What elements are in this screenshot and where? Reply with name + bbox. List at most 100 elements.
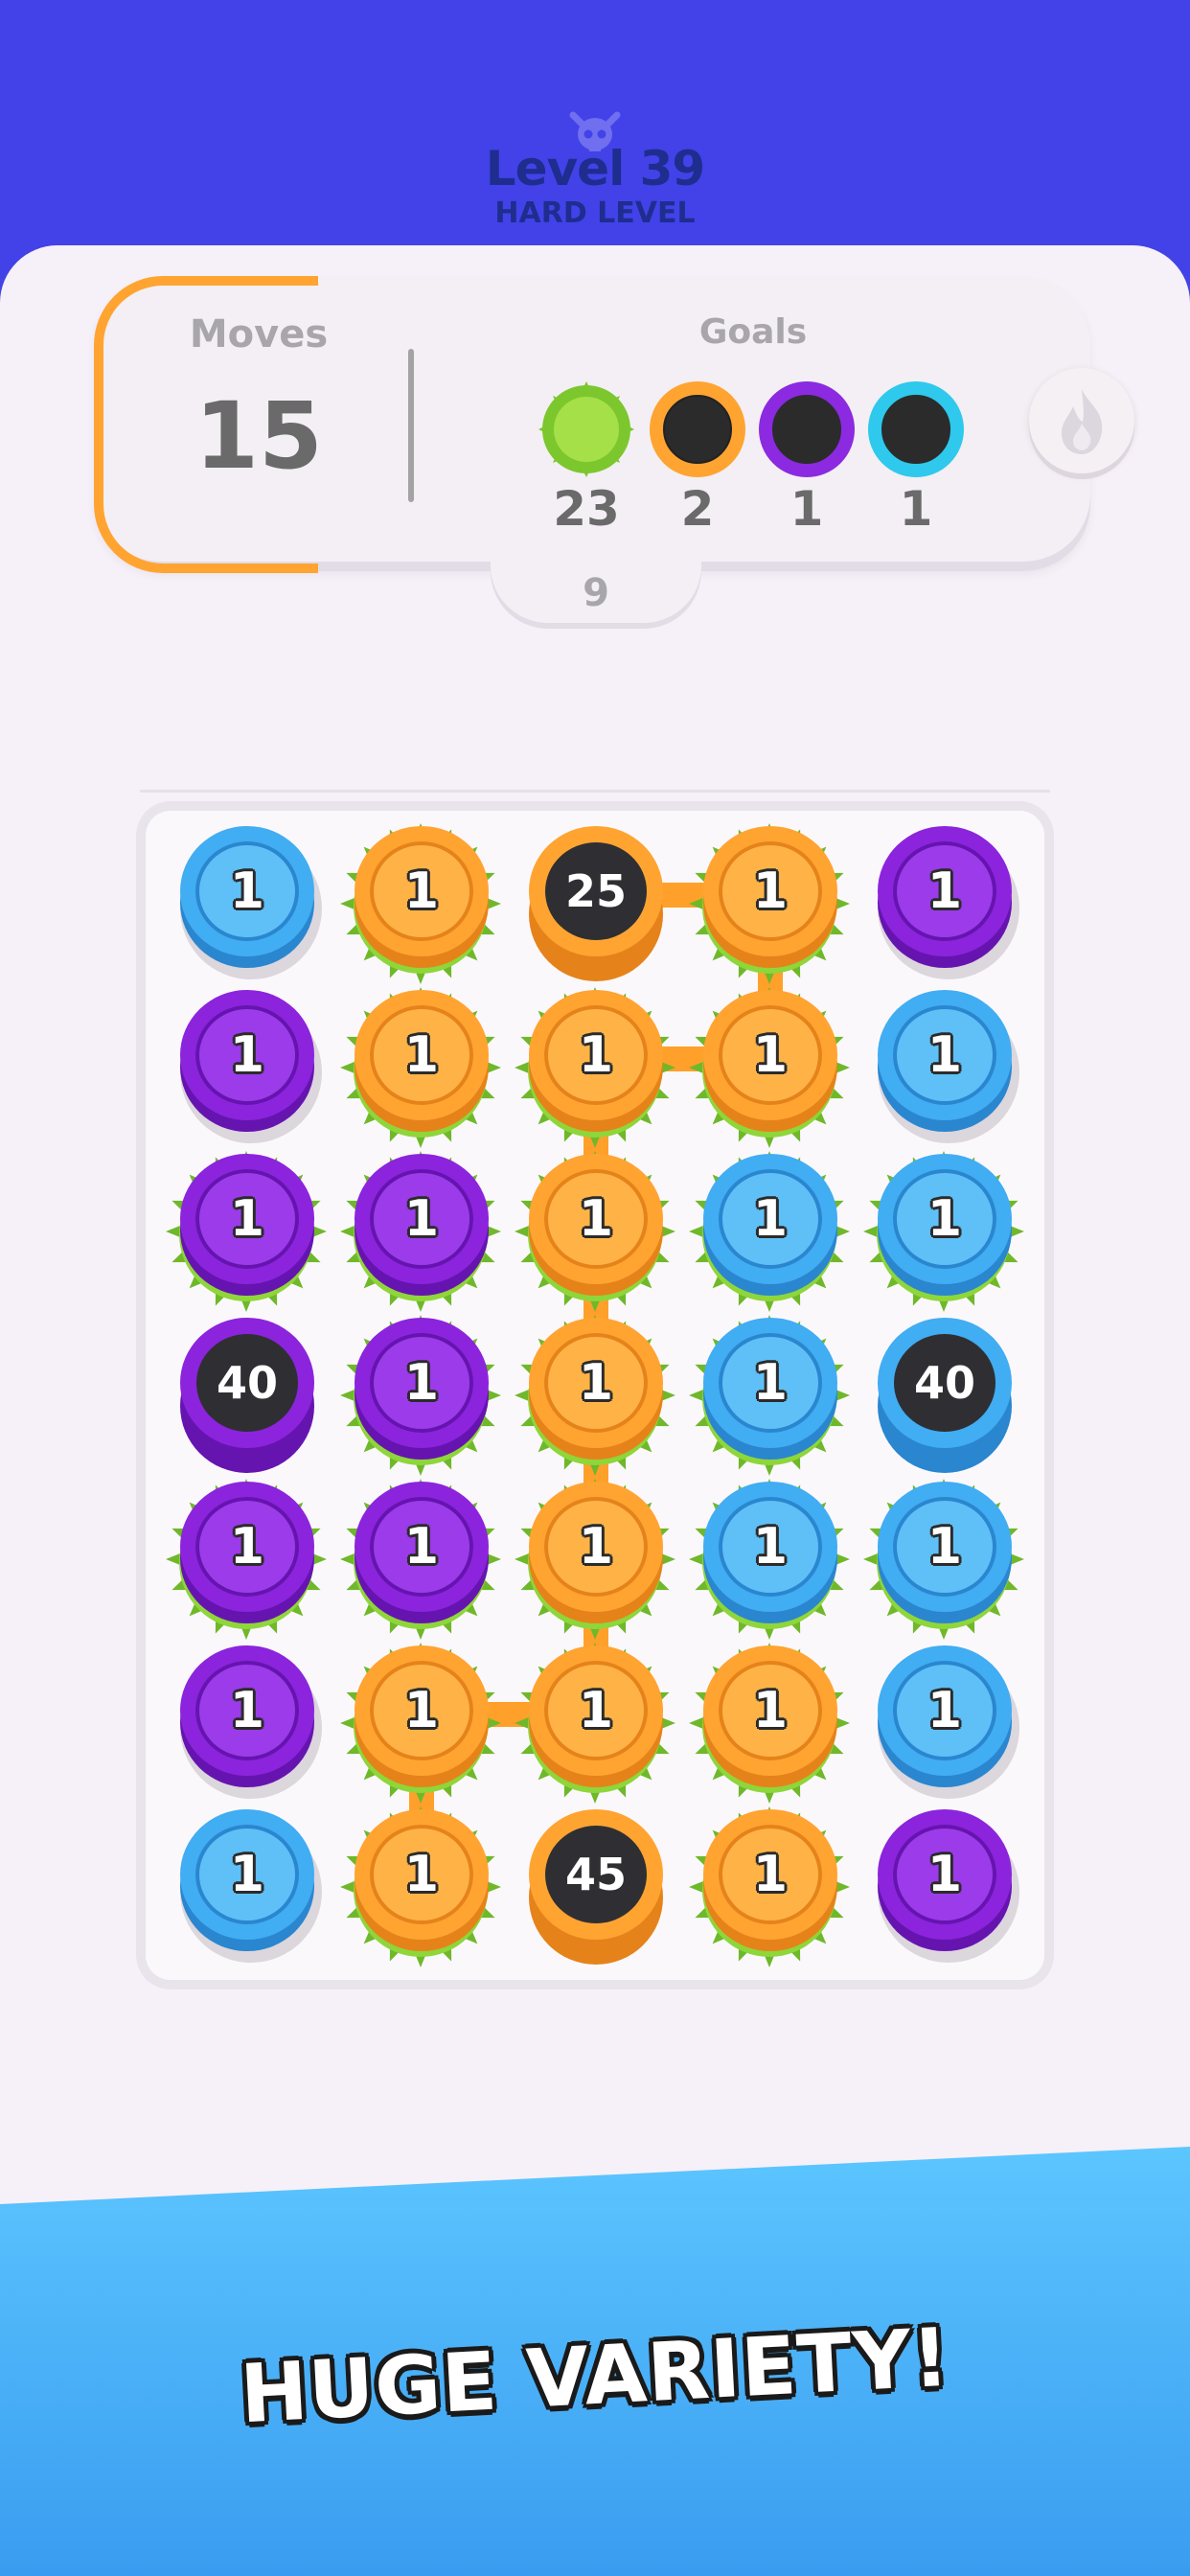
board-cell[interactable]: 1 [868,818,1021,979]
board-cell[interactable]: 1 [515,1638,675,1804]
stats-divider [408,349,414,502]
board-cell[interactable]: 1 [171,1638,324,1799]
board-cell[interactable]: 1 [689,1474,850,1640]
board-cell[interactable]: 1 [515,1474,675,1640]
board-cell[interactable]: 1 [689,1310,850,1476]
board-cell[interactable]: 1 [340,1638,501,1804]
token-face: 1 [544,1333,648,1433]
board-cell[interactable]: 1 [340,982,501,1148]
blue-token[interactable]: 1 [878,1482,1012,1612]
board-top-divider [140,790,1050,793]
blue-token[interactable]: 1 [180,1809,314,1940]
orange-token[interactable]: 1 [529,1154,663,1284]
board-cell[interactable]: 1 [868,982,1021,1143]
blue-token[interactable]: 1 [878,990,1012,1120]
token-face: 1 [893,841,996,941]
token-value: 1 [578,1518,614,1576]
token-face: 1 [544,1497,648,1597]
moves-count: 15 [195,382,323,490]
blue-hole-token[interactable]: 40 [878,1318,1012,1448]
orange-token[interactable]: 1 [529,1318,663,1448]
board-cell[interactable]: 40 [171,1310,324,1473]
token-face: 1 [544,1661,648,1760]
orange-token[interactable]: 1 [355,826,489,956]
board-cell[interactable]: 1 [689,818,850,984]
board-cell[interactable]: 1 [171,818,324,979]
blue-hole-goal-count: 1 [899,481,933,537]
board-cell[interactable]: 1 [515,1310,675,1476]
purple-token[interactable]: 1 [878,826,1012,956]
board-cell[interactable]: 1 [340,1802,501,1967]
board-cell[interactable]: 1 [868,1802,1021,1963]
token-value: 1 [229,1518,265,1576]
board-cell[interactable]: 1 [515,1146,675,1312]
orange-token[interactable]: 1 [355,1645,489,1776]
board-cell[interactable]: 1 [171,982,324,1143]
board-cell[interactable]: 45 [519,1802,673,1965]
board-cell[interactable]: 1 [166,1146,327,1312]
hole-center: 45 [545,1826,647,1923]
orange-token[interactable]: 1 [529,1645,663,1776]
board-cell[interactable]: 1 [340,818,501,984]
token-value: 1 [578,1190,614,1248]
token-value: 1 [403,1026,440,1084]
blue-token[interactable]: 1 [703,1318,837,1448]
token-face: 1 [544,1169,648,1269]
blue-token[interactable]: 1 [180,826,314,956]
token-face: 1 [195,1169,299,1269]
orange-token[interactable]: 1 [703,826,837,956]
hole-center: 25 [545,842,647,940]
token-value: 1 [403,1518,440,1576]
orange-hole-token[interactable]: 25 [529,826,663,956]
blue-token[interactable]: 1 [703,1154,837,1284]
token-face: 1 [370,1497,473,1597]
board-cell[interactable]: 1 [689,1802,850,1967]
purple-token[interactable]: 1 [878,1809,1012,1940]
token-value: 1 [229,1682,265,1739]
board-cell[interactable]: 40 [868,1310,1021,1473]
orange-token[interactable]: 1 [355,1809,489,1940]
orange-token[interactable]: 1 [529,1482,663,1612]
board-cell[interactable]: 25 [519,818,673,981]
purple-hole-goal-count: 1 [790,481,824,537]
purple-token[interactable]: 1 [180,1482,314,1612]
moss-goal-icon [538,381,634,477]
orange-token[interactable]: 1 [703,1645,837,1776]
board-cell[interactable]: 1 [689,1146,850,1312]
board-cell[interactable]: 1 [340,1146,501,1312]
purple-token[interactable]: 1 [355,1318,489,1448]
purple-token[interactable]: 1 [180,1645,314,1776]
board-cell[interactable]: 1 [863,1474,1024,1640]
orange-token[interactable]: 1 [355,990,489,1120]
purple-hole-token[interactable]: 40 [180,1318,314,1448]
blue-token[interactable]: 1 [878,1154,1012,1284]
moves-label: Moves [189,312,329,356]
purple-token[interactable]: 1 [180,990,314,1120]
orange-token[interactable]: 1 [703,1809,837,1940]
purple-token[interactable]: 1 [355,1154,489,1284]
token-face: 1 [719,1333,822,1433]
board-cell[interactable]: 1 [171,1802,324,1963]
token-value: 1 [229,862,265,920]
board-cell[interactable]: 1 [515,982,675,1148]
board-cell[interactable]: 1 [868,1638,1021,1799]
blue-token[interactable]: 1 [703,1482,837,1612]
token-face: 1 [370,841,473,941]
fire-icon [1062,389,1103,454]
blue-token[interactable]: 1 [878,1645,1012,1776]
orange-hole-token[interactable]: 45 [529,1809,663,1940]
board-cell[interactable]: 1 [166,1474,327,1640]
token-face: 1 [544,1005,648,1105]
token-face: 1 [719,1497,822,1597]
board-cell[interactable]: 1 [689,1638,850,1804]
board-cell[interactable]: 1 [689,982,850,1148]
purple-token[interactable]: 1 [355,1482,489,1612]
orange-token[interactable]: 1 [529,990,663,1120]
board-cell[interactable]: 1 [340,1474,501,1640]
orange-token[interactable]: 1 [703,990,837,1120]
fire-booster-button[interactable] [1029,368,1134,473]
board-cell[interactable]: 1 [340,1310,501,1476]
token-face: 1 [893,1661,996,1760]
purple-token[interactable]: 1 [180,1154,314,1284]
board-cell[interactable]: 1 [863,1146,1024,1312]
